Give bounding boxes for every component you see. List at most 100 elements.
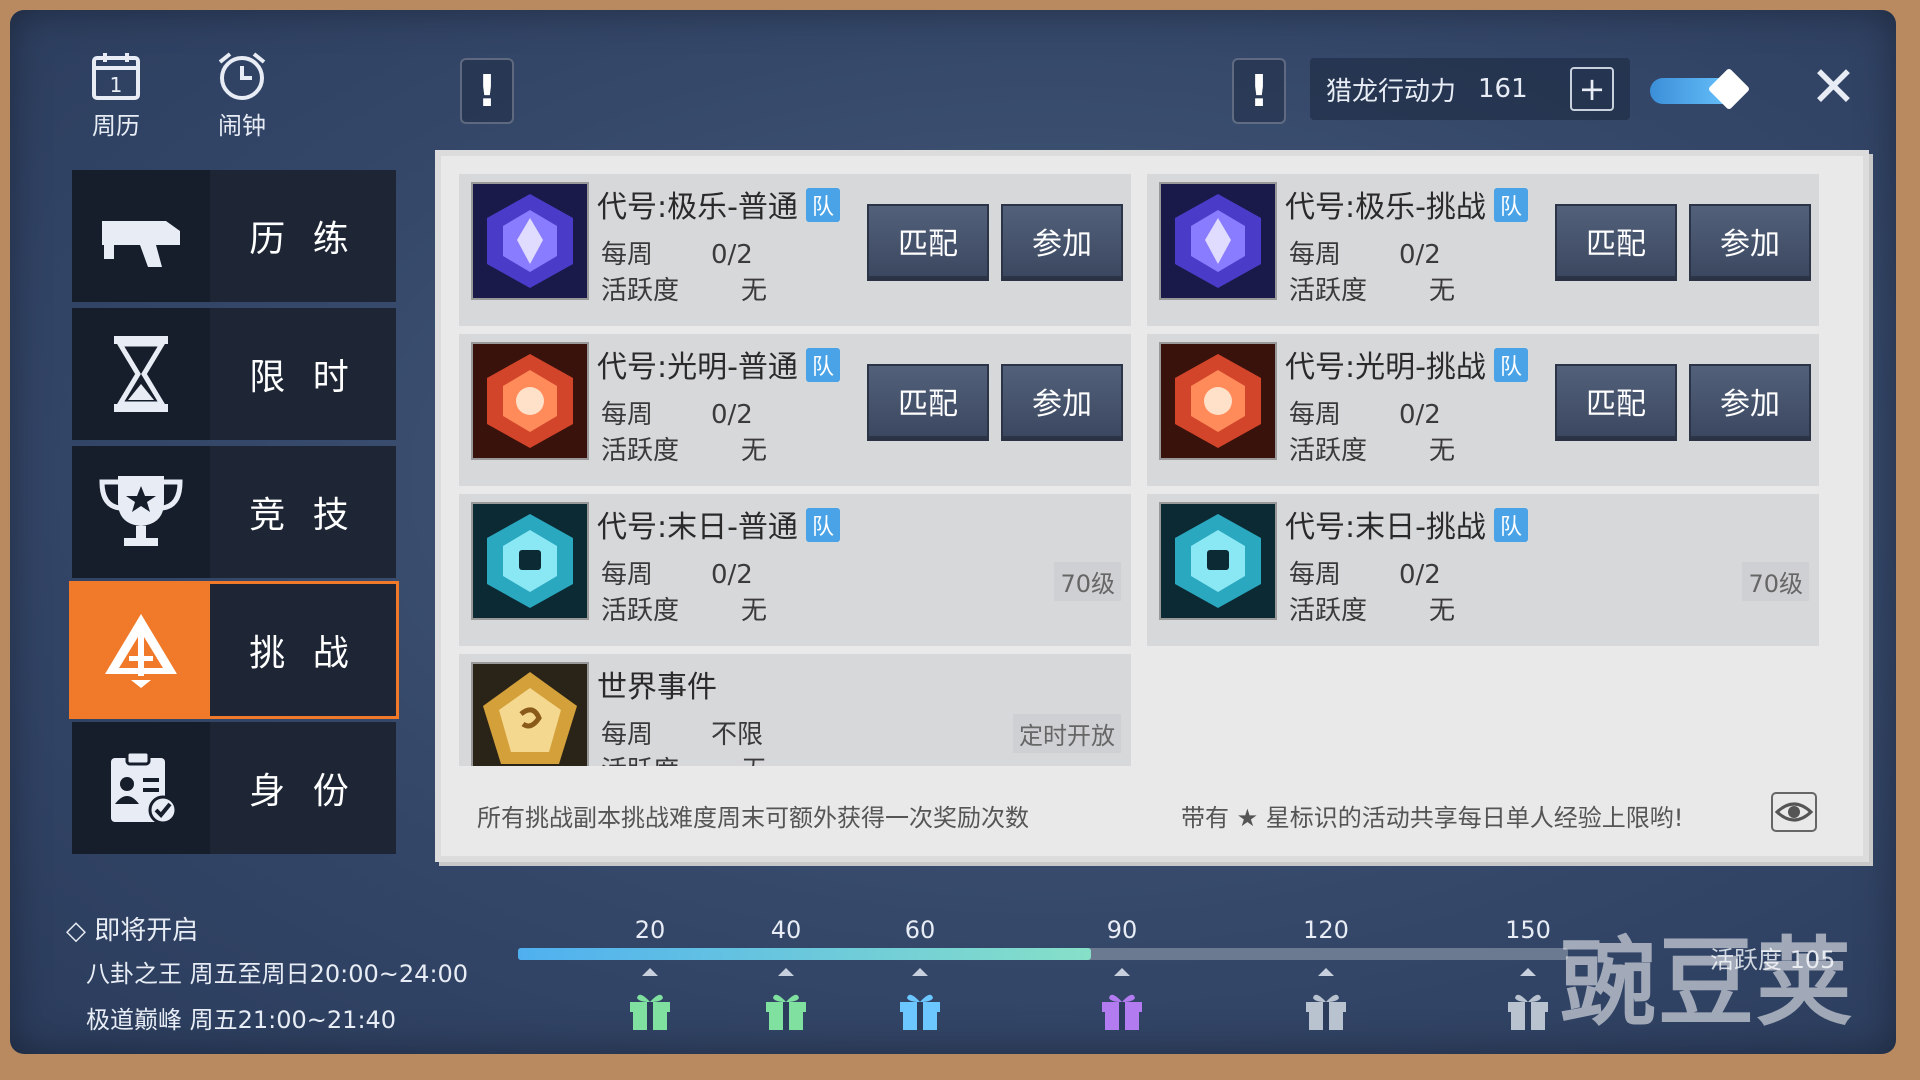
team-badge: 队 xyxy=(805,348,840,382)
sidebar-item-label: 限 时 xyxy=(249,357,357,398)
calendar-button[interactable]: 1 周历 xyxy=(76,50,156,141)
weekly-value: 0/2 xyxy=(711,400,753,430)
id-clipboard-icon xyxy=(72,722,210,854)
alarm-button[interactable]: 闹钟 xyxy=(202,50,282,141)
team-badge: 队 xyxy=(1493,348,1528,382)
sidebar-item-identity[interactable]: 身 份 xyxy=(72,722,396,854)
gift-icon[interactable] xyxy=(1099,988,1145,1032)
gift-icon[interactable] xyxy=(627,988,673,1032)
tick-caret xyxy=(778,968,794,976)
sidebar-item-label: 挑 战 xyxy=(249,633,357,674)
team-badge: 队 xyxy=(1493,508,1528,542)
progress-tick-label: 40 xyxy=(770,916,802,944)
toggle-switch[interactable] xyxy=(1650,67,1751,111)
world-event-pentagon-icon xyxy=(471,662,589,766)
hourglass-icon xyxy=(72,308,210,440)
upcoming-title: ◇ 即将开启 xyxy=(66,916,199,946)
upcoming-item: 八卦之王 周五至周日20:00~24:00 xyxy=(86,960,469,988)
progress-tick-label: 20 xyxy=(634,916,666,944)
notice-button-right[interactable]: ! xyxy=(1232,58,1286,124)
match-button[interactable]: 匹配 xyxy=(1555,364,1677,438)
add-energy-button[interactable]: + xyxy=(1570,67,1614,111)
gift-icon[interactable] xyxy=(897,988,943,1032)
card-title: 代号:末日-挑战 xyxy=(1285,510,1486,545)
activity-value: 无 xyxy=(1429,436,1456,466)
activity-card-world-event: 世界事件 每周 不限 活跃度 无 定时开放 xyxy=(459,654,1131,766)
activity-key: 活跃度 xyxy=(601,750,711,766)
card-title: 代号:极乐-普通 xyxy=(597,190,798,225)
activity-value: 无 xyxy=(741,596,768,626)
weekly-value: 不限 xyxy=(711,720,764,750)
weekly-key: 每周 xyxy=(1289,400,1342,430)
close-button[interactable]: ✕ xyxy=(1810,60,1857,116)
activity-key: 活跃度 xyxy=(601,276,680,306)
exclamation-icon: ! xyxy=(1248,65,1270,117)
sword-triangle-icon xyxy=(72,584,210,716)
level-requirement: 70级 xyxy=(1054,562,1121,601)
weekend-bonus-note: 所有挑战副本挑战难度周末可额外获得一次奖励次数 xyxy=(477,804,1029,832)
card-title: 代号:极乐-挑战 xyxy=(1285,190,1486,225)
activity-card-jile-normal: 代号:极乐-普通队 每周 0/2 活跃度 无 匹配 参加 xyxy=(459,174,1131,326)
activity-value: 无 xyxy=(741,276,768,306)
mori-crystal-icon xyxy=(471,502,589,620)
join-button[interactable]: 参加 xyxy=(1689,204,1811,278)
activity-key: 活跃度 xyxy=(1289,596,1368,626)
alarm-label: 闹钟 xyxy=(218,112,266,140)
weekly-value: 0/2 xyxy=(711,560,753,590)
upcoming-title-text: 即将开启 xyxy=(94,916,199,946)
gun-icon xyxy=(72,170,210,302)
calendar-icon: 1 xyxy=(92,53,140,100)
jile-crystal-icon xyxy=(1159,182,1277,300)
sidebar-item-label: 身 份 xyxy=(249,771,357,812)
sidebar-item-limited[interactable]: 限 时 xyxy=(72,308,396,440)
weekly-key: 每周 xyxy=(601,720,654,750)
sidebar-item-training[interactable]: 历 练 xyxy=(72,170,396,302)
activity-key: 活跃度 xyxy=(1289,436,1368,466)
jile-crystal-icon xyxy=(471,182,589,300)
gift-icon[interactable] xyxy=(1505,988,1551,1032)
svg-text:1: 1 xyxy=(110,73,123,97)
activity-value: 无 xyxy=(741,756,767,766)
weekly-key: 每周 xyxy=(1289,240,1342,270)
match-button[interactable]: 匹配 xyxy=(867,364,989,438)
energy-label: 猎龙行动力 xyxy=(1326,76,1457,107)
weekly-value: 0/2 xyxy=(1399,400,1441,430)
gift-icon[interactable] xyxy=(763,988,809,1032)
card-title: 代号:末日-普通 xyxy=(597,510,798,545)
activity-key: 活跃度 xyxy=(601,436,680,466)
sidebar-item-arena[interactable]: 竞 技 xyxy=(72,446,396,578)
weekly-key: 每周 xyxy=(601,560,654,590)
gift-icon[interactable] xyxy=(1303,988,1349,1032)
tick-caret xyxy=(1318,968,1334,976)
activity-card-guangming-normal: 代号:光明-普通队 每周 0/2 活跃度 无 匹配 参加 xyxy=(459,334,1131,486)
notice-button-left[interactable]: ! xyxy=(460,58,514,124)
exclamation-icon: ! xyxy=(476,65,498,117)
tick-caret xyxy=(1520,968,1536,976)
calendar-label: 周历 xyxy=(92,112,140,140)
card-title: 世界事件 xyxy=(597,670,717,705)
join-button[interactable]: 参加 xyxy=(1001,204,1123,278)
team-badge: 队 xyxy=(1493,188,1528,222)
guangming-crystal-icon xyxy=(471,342,589,460)
team-badge: 队 xyxy=(805,508,840,542)
tick-caret xyxy=(642,968,658,976)
progress-tick-label: 150 xyxy=(1505,916,1551,944)
game-window: 1 周历 闹钟 ! ! 猎龙行动力 161 + ✕ 历 练 限 时 竞 技 挑 … xyxy=(10,10,1896,1054)
trophy-icon xyxy=(72,446,210,578)
activity-card-jile-challenge: 代号:极乐-挑战队 每周 0/2 活跃度 无 匹配 参加 xyxy=(1147,174,1819,326)
mori-crystal-icon xyxy=(1159,502,1277,620)
match-button[interactable]: 匹配 xyxy=(867,204,989,278)
weekly-value: 0/2 xyxy=(711,240,753,270)
join-button[interactable]: 参加 xyxy=(1689,364,1811,438)
activity-key: 活跃度 xyxy=(1289,276,1368,306)
match-button[interactable]: 匹配 xyxy=(1555,204,1677,278)
sidebar-item-challenge[interactable]: 挑 战 xyxy=(72,584,396,716)
card-title: 代号:光明-普通 xyxy=(597,350,798,385)
eye-icon[interactable] xyxy=(1771,792,1817,832)
energy-bar: 猎龙行动力 161 + xyxy=(1310,58,1630,120)
activity-card-guangming-challenge: 代号:光明-挑战队 每周 0/2 活跃度 无 匹配 参加 xyxy=(1147,334,1819,486)
progress-tick-label: 120 xyxy=(1303,916,1349,944)
activity-panel: 代号:极乐-普通队 每周 0/2 活跃度无 匹配 参加 代号:极乐-挑战队 每周 0… xyxy=(435,150,1869,862)
join-button[interactable]: 参加 xyxy=(1001,364,1123,438)
sidebar-item-label: 竞 技 xyxy=(249,495,357,536)
